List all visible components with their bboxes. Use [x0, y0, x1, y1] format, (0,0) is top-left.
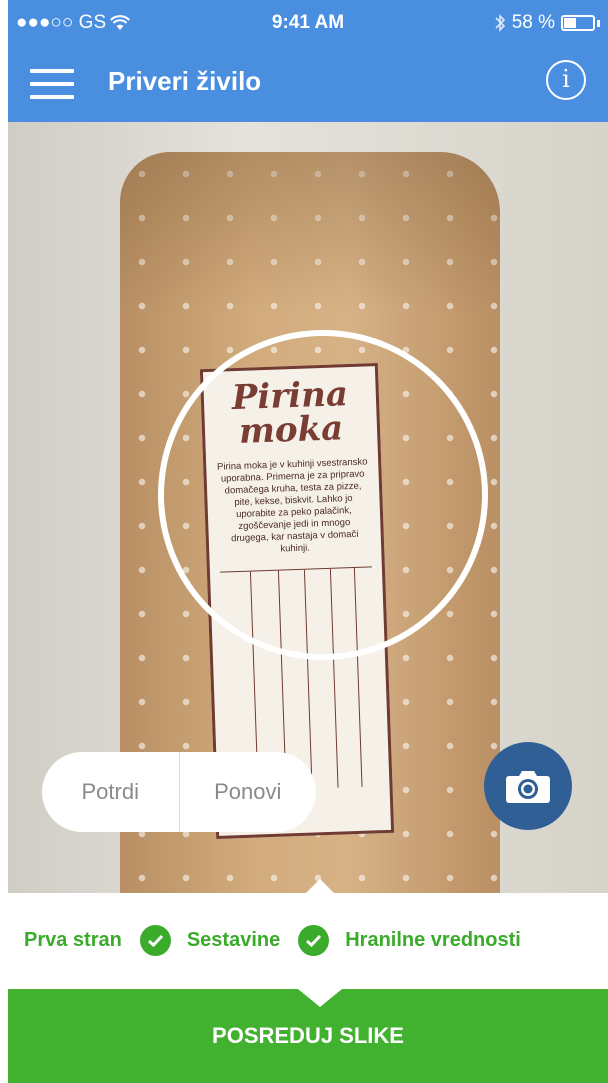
battery-percent: 58 %	[511, 12, 555, 33]
capture-steps: Prva stran Sestavine Hranilne vrednosti	[8, 879, 608, 989]
battery-icon	[561, 15, 595, 31]
status-bar: ●●●○○ GS 9:41 AM 58 %	[8, 0, 608, 44]
step-ingredients[interactable]: Sestavine	[187, 929, 280, 952]
info-icon[interactable]: i	[546, 60, 586, 100]
hamburger-icon[interactable]	[30, 69, 74, 99]
step-first-page[interactable]: Prva stran	[24, 929, 122, 952]
step-nutrition[interactable]: Hranilne vrednosti	[345, 929, 521, 952]
camera-preview[interactable]: Pirina moka Pirina moka je v kuhinji vse…	[8, 122, 608, 893]
check-icon	[298, 925, 330, 956]
nav-bar: Priveri živilo i	[8, 44, 608, 122]
shutter-button[interactable]	[484, 742, 572, 830]
app-header: ●●●○○ GS 9:41 AM 58 % Priveri živilo i	[8, 0, 608, 122]
submit-images-label: POSREDUJ SLIKE	[212, 1023, 404, 1048]
camera-icon	[506, 771, 550, 803]
bluetooth-icon	[495, 14, 505, 32]
confirm-button[interactable]: Potrdi	[42, 752, 179, 832]
retry-button[interactable]: Ponovi	[180, 752, 317, 832]
status-battery: 58 %	[494, 12, 600, 34]
page-title: Priveri živilo	[108, 66, 262, 96]
submit-images-button[interactable]: POSREDUJ SLIKE	[8, 989, 608, 1083]
capture-actions: Potrdi Ponovi	[42, 752, 316, 832]
focus-ring	[158, 330, 488, 660]
check-icon	[139, 925, 171, 956]
